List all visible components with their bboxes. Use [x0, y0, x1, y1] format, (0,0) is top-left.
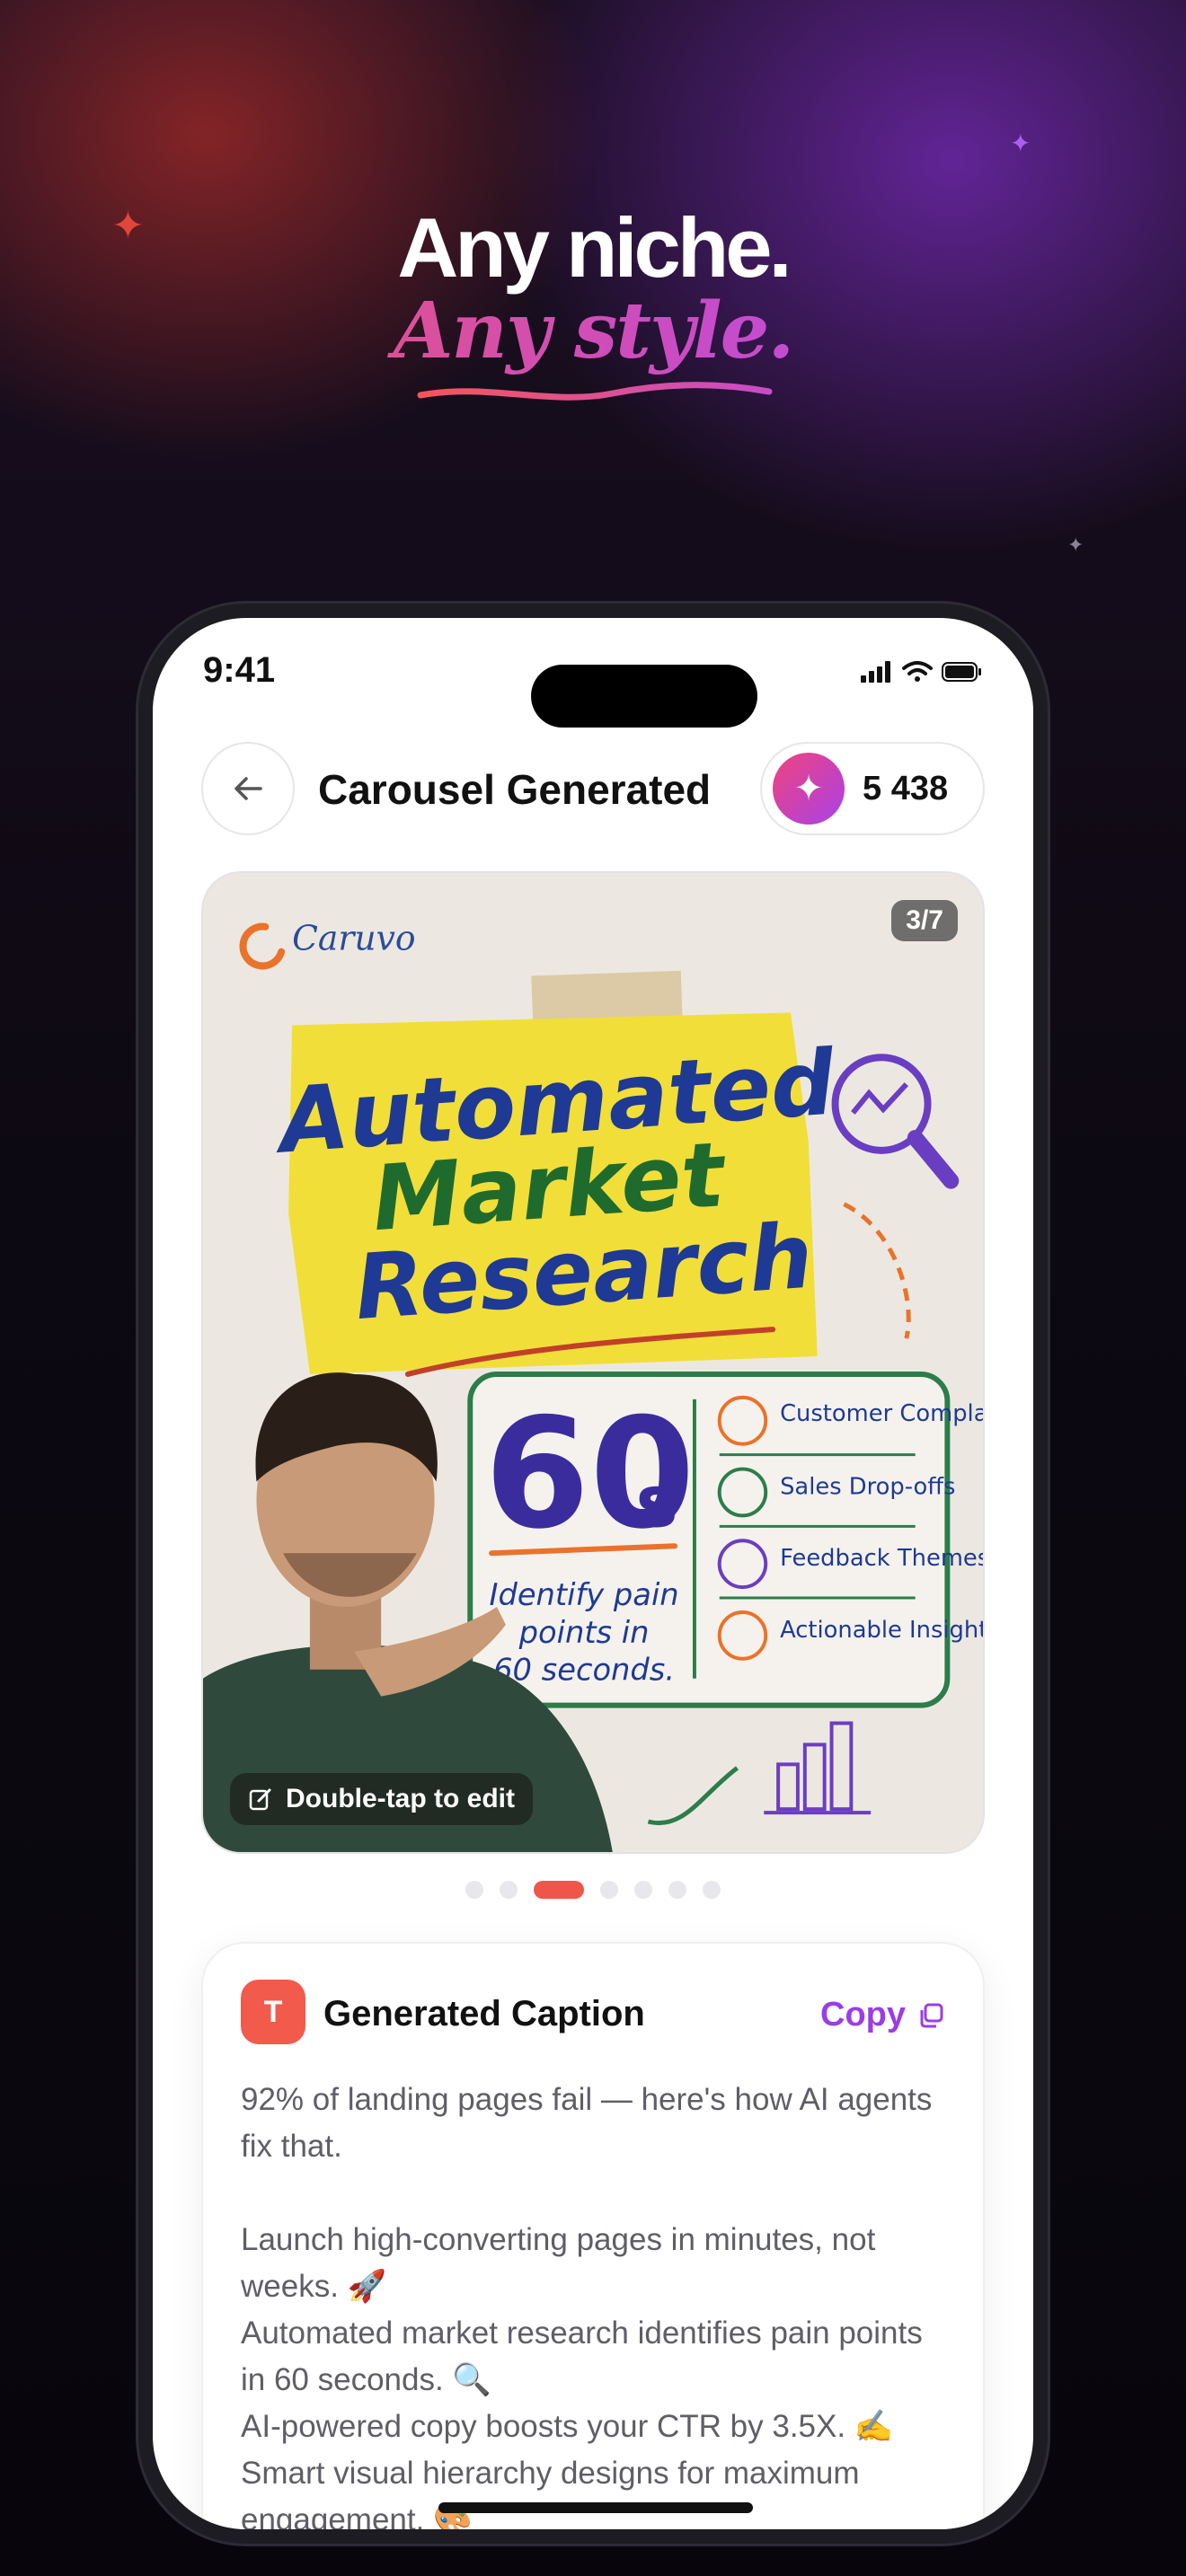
pagination-dot-active[interactable] [534, 1881, 584, 1899]
caption-line: AI-powered copy boosts your CTR by 3.5X.… [241, 2409, 894, 2444]
text-icon: T [241, 1980, 305, 2044]
caption-line: Launch high-converting pages in minutes,… [241, 2222, 876, 2304]
home-indicator [438, 2502, 753, 2513]
sparkle-icon: ✦ [773, 753, 845, 825]
status-time: 9:41 [203, 650, 276, 690]
sparkle-icon: ✦ [1067, 534, 1084, 556]
caption-header: T Generated Caption Copy [241, 1980, 945, 2044]
arrow-left-icon [235, 777, 262, 800]
back-button[interactable] [201, 742, 295, 835]
pagination-dot[interactable] [703, 1881, 721, 1899]
caption-text: 92% of landing pages fail — here's how A… [241, 2077, 945, 2529]
pagination-dot[interactable] [600, 1881, 618, 1899]
stat-caption-line-2: points in [518, 1615, 650, 1650]
copy-icon [920, 2003, 943, 2027]
phone-screen: 9:41 Carousel Generated ✦ 5 438 Caruvo A… [153, 618, 1033, 2529]
dynamic-island [531, 665, 757, 728]
carousel-slide[interactable]: Caruvo Automated Market Research 60 s Id… [201, 871, 985, 1854]
caption-card: T Generated Caption Copy 92% of landing … [201, 1942, 985, 2529]
credits-balance[interactable]: ✦ 5 438 [760, 742, 985, 835]
feature-3: Feedback Themes [780, 1545, 983, 1572]
underline-swash-icon [417, 382, 773, 401]
status-bar: 9:41 [203, 650, 983, 728]
hero-subline: Any style. [0, 286, 1186, 376]
caption-line: 92% of landing pages fail — here's how A… [241, 2082, 933, 2164]
feature-4: Actionable Insights [780, 1617, 983, 1644]
pagination-dot[interactable] [668, 1881, 686, 1899]
signal-icon [861, 661, 890, 683]
caption-line: Automated market research identifies pai… [241, 2316, 923, 2397]
slide-artwork: Caruvo Automated Market Research 60 s Id… [203, 873, 983, 1852]
edit-hint[interactable]: Double-tap to edit [230, 1773, 533, 1825]
wifi-icon [902, 661, 933, 682]
slide-counter-badge: 3/7 [891, 900, 958, 941]
page-title: Carousel Generated [318, 766, 712, 813]
feature-1: Customer Complaints [780, 1400, 983, 1427]
sparkle-icon: ✦ [1010, 129, 1031, 157]
feature-2: Sales Drop-offs [780, 1473, 955, 1500]
pagination-dot[interactable] [465, 1881, 483, 1899]
top-bar: Carousel Generated ✦ 5 438 [201, 742, 985, 835]
edit-hint-label: Double-tap to edit [286, 1784, 515, 1813]
status-icons [861, 661, 983, 683]
copy-label: Copy [820, 1996, 906, 2033]
hero-headline: Any niche. [397, 200, 792, 295]
pagination-dot[interactable] [634, 1881, 652, 1899]
edit-icon [249, 1788, 271, 1811]
stat-caption-line-3: 60 seconds. [493, 1653, 675, 1688]
copy-button[interactable]: Copy [820, 1996, 945, 2034]
brand-name: Caruvo [292, 919, 415, 958]
pagination-dot[interactable] [500, 1881, 518, 1899]
stat-caption-line-1: Identify pain [490, 1577, 679, 1612]
phone-frame: 9:41 Carousel Generated ✦ 5 438 Caruvo A… [138, 604, 1048, 2544]
stat-unit: s [636, 1460, 678, 1543]
caption-title: Generated Caption [323, 1994, 645, 2033]
credits-value: 5 438 [863, 769, 949, 807]
caption-line: Smart visual hierarchy designs for maxim… [241, 2456, 860, 2529]
carousel-pagination [153, 1881, 1033, 1899]
battery-icon [942, 662, 981, 682]
